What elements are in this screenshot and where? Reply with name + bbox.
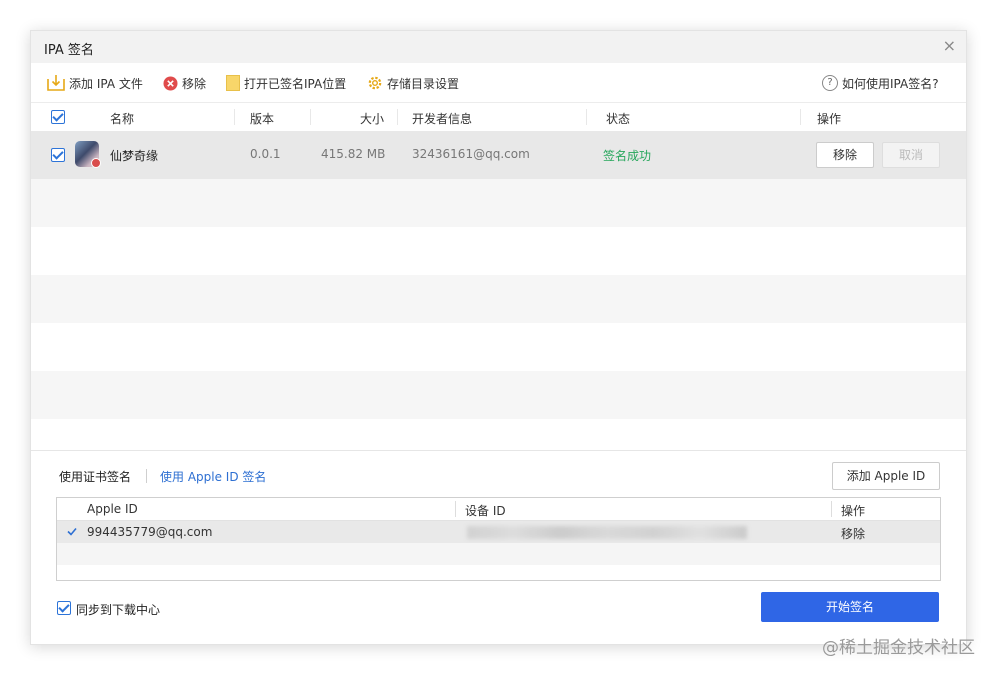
dialog-title: IPA 签名	[44, 43, 94, 58]
header-device-id: 设备 ID	[465, 504, 506, 518]
help-label: 如何使用IPA签名?	[842, 76, 939, 91]
tab-divider	[146, 469, 147, 483]
help-icon: ?	[822, 75, 838, 91]
ipa-table-header: 名称 版本 大小 开发者信息 状态 操作	[31, 102, 966, 132]
app-version: 0.0.1	[250, 147, 281, 161]
select-all-checkbox[interactable]	[51, 110, 65, 124]
empty-row	[31, 371, 966, 419]
header-developer: 开发者信息	[412, 112, 473, 126]
header-divider	[397, 109, 398, 125]
header-apple-id: Apple ID	[87, 502, 138, 516]
device-id-redacted	[467, 526, 747, 539]
ipa-sign-dialog: IPA 签名 × 添加 IPA 文件 移除 打开已签名IPA位置 存储目录设置 …	[30, 30, 967, 645]
apple-id-table-header: Apple ID 设备 ID 操作	[57, 498, 940, 521]
folder-icon	[226, 75, 240, 91]
header-divider	[234, 109, 235, 125]
header-divider	[455, 501, 456, 517]
empty-row	[31, 323, 966, 371]
empty-row	[31, 227, 966, 275]
developer-info: 32436161@qq.com	[412, 147, 530, 161]
toolbar: 添加 IPA 文件 移除 打开已签名IPA位置 存储目录设置 ? 如何使用IPA…	[31, 67, 966, 99]
apple-id-remove-link[interactable]: 移除	[841, 525, 865, 542]
empty-row	[31, 419, 966, 450]
remove-label: 移除	[182, 76, 207, 91]
empty-row	[31, 179, 966, 227]
open-signed-location-button[interactable]: 打开已签名IPA位置	[226, 72, 346, 94]
remove-icon	[163, 76, 178, 90]
header-divider	[831, 501, 832, 517]
header-divider	[310, 109, 311, 125]
header-divider	[586, 109, 587, 125]
tab-certificate-sign[interactable]: 使用证书签名	[59, 468, 131, 485]
header-divider	[800, 109, 801, 125]
watermark: @稀土掘金技术社区	[822, 638, 975, 658]
tab-apple-id-sign[interactable]: 使用 Apple ID 签名	[160, 468, 266, 485]
header-actions: 操作	[817, 112, 842, 126]
gear-icon	[368, 76, 382, 90]
app-size: 415.82 MB	[321, 147, 386, 161]
open-signed-label: 打开已签名IPA位置	[244, 76, 347, 91]
header-version: 版本	[250, 112, 275, 126]
row-checkbox[interactable]	[51, 148, 65, 162]
remove-button[interactable]: 移除	[163, 72, 206, 94]
storage-settings-label: 存储目录设置	[387, 76, 460, 91]
app-badge-icon	[91, 158, 101, 168]
row-cancel-button[interactable]: 取消	[882, 142, 940, 168]
empty-row	[31, 275, 966, 323]
status-badge: 签名成功	[603, 149, 652, 163]
app-icon	[75, 141, 101, 168]
section-divider	[31, 450, 966, 451]
close-icon[interactable]: ×	[943, 37, 956, 55]
storage-settings-button[interactable]: 存储目录设置	[367, 72, 459, 94]
app-name: 仙梦奇缘	[110, 149, 159, 163]
sync-checkbox[interactable]	[57, 601, 71, 615]
empty-row	[57, 543, 940, 565]
add-apple-id-button[interactable]: 添加 Apple ID	[832, 462, 940, 490]
help-link[interactable]: ? 如何使用IPA签名?	[822, 72, 939, 94]
add-ipa-button[interactable]: 添加 IPA 文件	[47, 72, 143, 94]
header-size: 大小	[360, 112, 385, 126]
row-remove-button[interactable]: 移除	[816, 142, 874, 168]
start-sign-button[interactable]: 开始签名	[761, 592, 939, 622]
sync-label: 同步到下载中心	[76, 603, 161, 617]
title-bar: IPA 签名 ×	[31, 31, 966, 63]
apple-id-table: Apple ID 设备 ID 操作 994435779@qq.com 移除	[56, 497, 941, 581]
add-file-icon	[47, 75, 65, 91]
apple-id-value: 994435779@qq.com	[87, 525, 213, 539]
header-apple-actions: 操作	[841, 504, 866, 518]
add-ipa-label: 添加 IPA 文件	[69, 76, 143, 91]
table-row[interactable]: 仙梦奇缘 0.0.1 415.82 MB 32436161@qq.com 签名成…	[31, 131, 966, 179]
header-status: 状态	[606, 112, 631, 126]
check-icon	[67, 527, 77, 536]
table-row[interactable]: 994435779@qq.com 移除	[57, 521, 940, 543]
header-name: 名称	[110, 112, 135, 126]
